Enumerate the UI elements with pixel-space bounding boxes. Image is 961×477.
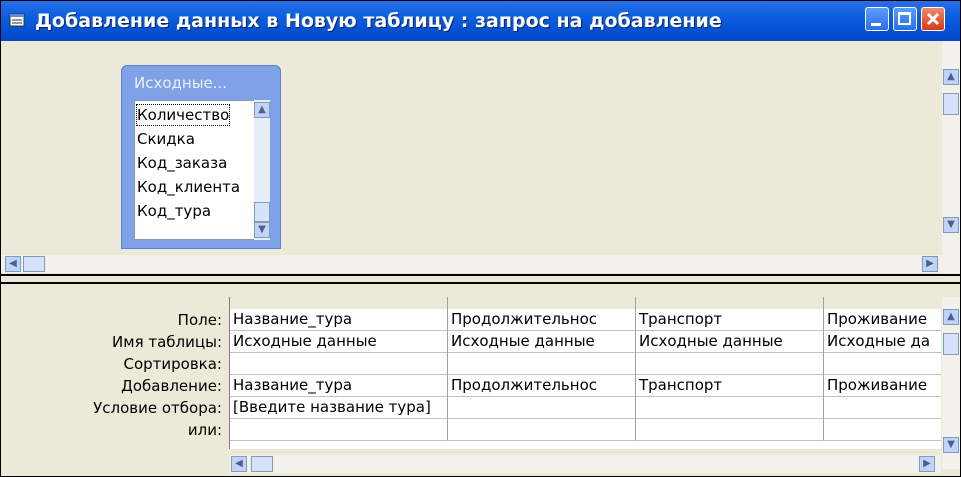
query-design-grid: Название_тура Исходные данные Название_т…: [229, 297, 941, 449]
pane-splitter[interactable]: [1, 274, 960, 284]
column-selector[interactable]: [230, 297, 448, 309]
grid-cell-criteria[interactable]: [636, 397, 824, 419]
grid-cell-sort[interactable]: [448, 353, 636, 375]
scroll-thumb[interactable]: [943, 333, 959, 355]
grid-cell-append[interactable]: Название_тура: [230, 375, 448, 397]
grid-cell-sort[interactable]: [824, 353, 941, 375]
title-bar[interactable]: Добавление данных в Новую таблицу : запр…: [1, 1, 960, 41]
source-table-box[interactable]: Исходные... Количество Скидка Код_заказа…: [121, 65, 281, 249]
minimize-button[interactable]: [865, 7, 889, 31]
scroll-up-icon[interactable]: ▲: [254, 102, 270, 118]
maximize-button[interactable]: [893, 7, 917, 31]
design-grid-pane: Поле: Имя таблицы: Сортировка: Добавлени…: [1, 284, 960, 476]
grid-cell-sort[interactable]: [636, 353, 824, 375]
scroll-right-icon[interactable]: ▶: [922, 256, 938, 272]
column-selector[interactable]: [448, 297, 636, 309]
scroll-up-icon[interactable]: ▲: [943, 309, 959, 325]
grid-cell-table[interactable]: Исходные данные: [448, 331, 636, 353]
scroll-thumb[interactable]: [251, 456, 273, 472]
grid-horizontal-scrollbar[interactable]: ◀ ▶: [229, 455, 941, 473]
field-item[interactable]: Код_клиента: [137, 177, 240, 197]
scroll-down-icon[interactable]: ▼: [943, 437, 959, 453]
field-list[interactable]: Количество Скидка Код_заказа Код_клиента…: [134, 100, 258, 240]
query-icon: [9, 13, 25, 27]
window-title: Добавление данных в Новую таблицу : запр…: [35, 10, 722, 32]
scroll-thumb[interactable]: [254, 202, 270, 222]
row-label-or: или:: [187, 421, 222, 439]
grid-cell-or[interactable]: [636, 419, 824, 441]
row-label-field: Поле:: [177, 311, 222, 329]
grid-cell-field[interactable]: Продолжительнос: [448, 309, 636, 331]
grid-cell-append[interactable]: Транспорт: [636, 375, 824, 397]
grid-cell-table[interactable]: Исходные данные: [230, 331, 448, 353]
grid-vertical-scrollbar[interactable]: ▲ ▼: [942, 297, 960, 469]
row-label-sort: Сортировка:: [123, 355, 222, 373]
grid-cell-criteria[interactable]: [824, 397, 941, 419]
source-table-title: Исходные...: [134, 74, 228, 92]
grid-cell-criteria[interactable]: [448, 397, 636, 419]
field-item[interactable]: Код_заказа: [137, 153, 227, 173]
grid-cell-or[interactable]: [230, 419, 448, 441]
grid-cell-sort[interactable]: [230, 353, 448, 375]
query-designer-window: Добавление данных в Новую таблицу : запр…: [0, 0, 961, 477]
close-icon: [926, 12, 940, 26]
grid-cell-append[interactable]: Продолжительнос: [448, 375, 636, 397]
scroll-thumb[interactable]: [943, 93, 959, 115]
grid-cell-table[interactable]: Исходные да: [824, 331, 941, 353]
scroll-down-icon[interactable]: ▼: [943, 217, 959, 233]
grid-cell-criteria[interactable]: [Введите название тура]: [230, 397, 448, 419]
scroll-left-icon[interactable]: ◀: [5, 256, 21, 272]
column-selector[interactable]: [636, 297, 824, 309]
scroll-left-icon[interactable]: ◀: [231, 456, 247, 472]
row-label-criteria: Условие отбора:: [93, 399, 222, 417]
scroll-thumb[interactable]: [23, 256, 45, 272]
close-button[interactable]: [921, 7, 945, 31]
field-item[interactable]: Количество: [135, 104, 231, 126]
minimize-icon: [871, 23, 881, 26]
field-item[interactable]: Скидка: [137, 129, 195, 149]
grid-cell-field[interactable]: Название_тура: [230, 309, 448, 331]
grid-cell-field[interactable]: Проживание: [824, 309, 941, 331]
upper-horizontal-scrollbar[interactable]: ◀ ▶: [1, 255, 942, 273]
scroll-right-icon[interactable]: ▶: [919, 456, 935, 472]
grid-cell-table[interactable]: Исходные данные: [636, 331, 824, 353]
grid-cell-or[interactable]: [824, 419, 941, 441]
row-label-table: Имя таблицы:: [112, 333, 222, 351]
grid-cell-append[interactable]: Проживание: [824, 375, 941, 397]
scroll-up-icon[interactable]: ▲: [943, 69, 959, 85]
grid-cell-field[interactable]: Транспорт: [636, 309, 824, 331]
field-item[interactable]: Код_тура: [137, 201, 211, 221]
column-selector[interactable]: [824, 297, 941, 309]
table-pane: Исходные... Количество Скидка Код_заказа…: [1, 41, 960, 274]
upper-vertical-scrollbar[interactable]: ▲ ▼: [942, 41, 960, 274]
row-label-append: Добавление:: [121, 377, 222, 395]
field-list-scrollbar[interactable]: ▲ ▼: [254, 100, 270, 240]
maximize-icon: [898, 12, 911, 25]
scroll-down-icon[interactable]: ▼: [254, 222, 270, 238]
grid-cell-or[interactable]: [448, 419, 636, 441]
